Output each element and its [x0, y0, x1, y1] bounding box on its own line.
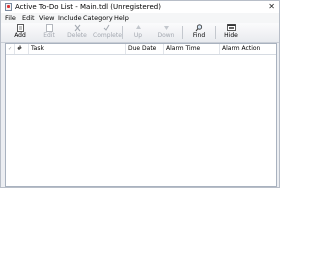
column-due-date-header[interactable]: Due Date — [126, 44, 164, 54]
edit-icon — [36, 24, 62, 32]
toolbar-separator — [122, 26, 123, 39]
menu-include[interactable]: Include — [58, 13, 82, 23]
up-label: Up — [133, 32, 143, 39]
complete-icon — [93, 24, 119, 32]
up-button[interactable]: Up — [125, 24, 151, 41]
menu-edit[interactable]: Edit — [22, 13, 35, 23]
add-button[interactable]: Add — [7, 24, 33, 41]
complete-label: Complete — [93, 32, 122, 39]
toolbar-separator — [215, 26, 216, 39]
delete-label: Delete — [67, 32, 87, 39]
down-button[interactable]: Down — [153, 24, 179, 41]
find-button[interactable]: Find — [186, 24, 212, 41]
column-alarm-action-header[interactable]: Alarm Action — [220, 44, 276, 54]
task-list[interactable]: ✓ # Task Due Date Alarm Time Alarm Actio… — [5, 43, 277, 187]
window-title: Active To-Do List - Main.tdl (Unregister… — [15, 3, 161, 11]
task-list-header: ✓ # Task Due Date Alarm Time Alarm Actio… — [6, 44, 276, 55]
menu-bar: File Edit View Include Category Help — [1, 13, 279, 23]
column-complete-header[interactable]: ✓ — [6, 44, 15, 54]
column-task-header[interactable]: Task — [29, 44, 126, 54]
find-icon — [186, 24, 212, 32]
find-label: Find — [192, 32, 206, 39]
app-icon — [5, 3, 12, 11]
check-icon: ✓ — [8, 46, 13, 52]
column-number-header[interactable]: # — [15, 44, 29, 54]
app-window: Active To-Do List - Main.tdl (Unregister… — [0, 0, 280, 188]
up-arrow-icon — [125, 24, 151, 32]
menu-file[interactable]: File — [5, 13, 16, 23]
hide-button[interactable]: Hide — [218, 24, 244, 41]
down-arrow-icon — [153, 24, 179, 32]
delete-icon — [64, 24, 90, 32]
menu-category[interactable]: Category — [83, 13, 113, 23]
hide-icon — [218, 24, 244, 32]
edit-label: Edit — [43, 32, 55, 39]
column-alarm-time-header[interactable]: Alarm Time — [164, 44, 220, 54]
toolbar: Add Edit Delete Complete Up Down Find Hi… — [1, 23, 279, 43]
hide-label: Hide — [224, 32, 238, 39]
add-label: Add — [14, 32, 26, 39]
toolbar-separator — [182, 26, 183, 39]
edit-button[interactable]: Edit — [36, 24, 62, 41]
delete-button[interactable]: Delete — [64, 24, 90, 41]
add-icon — [7, 24, 33, 32]
close-icon[interactable]: ✕ — [268, 1, 275, 12]
menu-help[interactable]: Help — [114, 13, 129, 23]
title-bar[interactable]: Active To-Do List - Main.tdl (Unregister… — [1, 1, 279, 13]
menu-view[interactable]: View — [39, 13, 54, 23]
down-label: Down — [157, 32, 175, 39]
complete-button[interactable]: Complete — [93, 24, 122, 41]
